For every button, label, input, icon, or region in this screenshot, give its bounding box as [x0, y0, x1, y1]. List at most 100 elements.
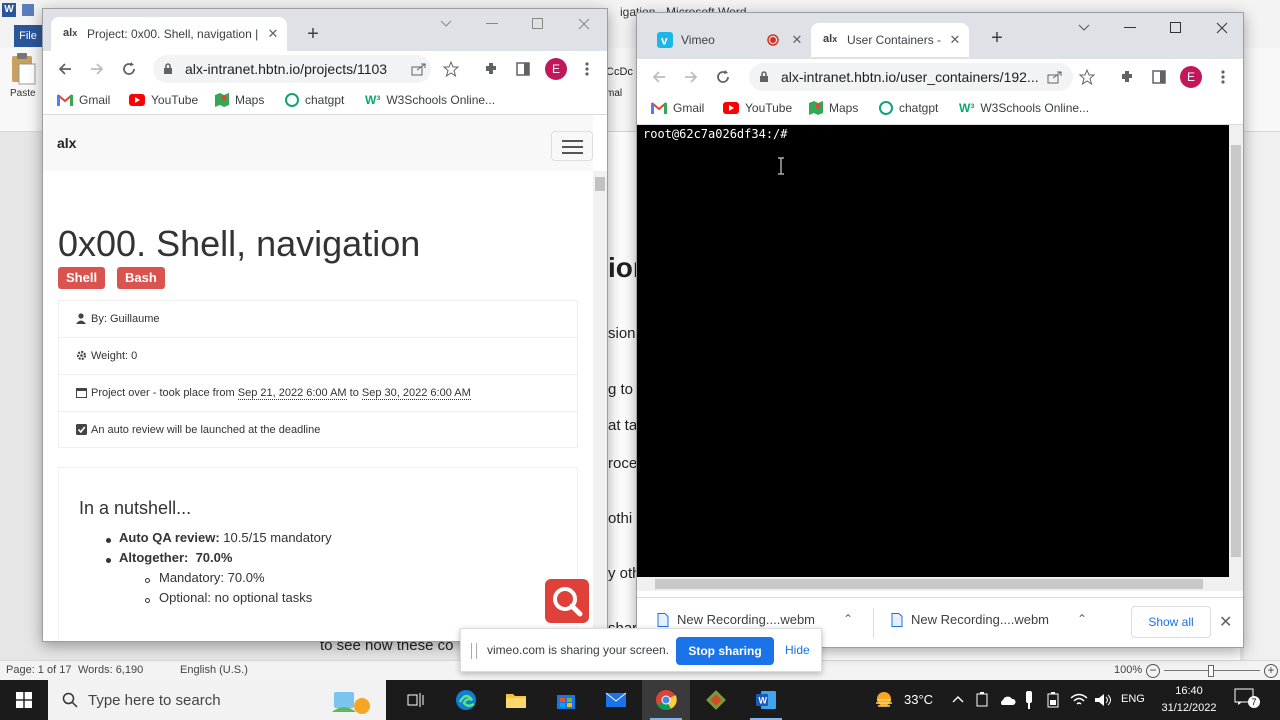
back-icon[interactable] [647, 65, 671, 89]
menu-dots-icon[interactable] [575, 57, 599, 81]
window-close-icon[interactable] [1199, 13, 1243, 43]
reload-icon[interactable] [117, 57, 141, 81]
new-tab-button[interactable]: + [985, 27, 1009, 51]
download-item[interactable]: New Recording....webm [891, 612, 1049, 627]
bookmark-maps[interactable]: Maps [215, 93, 264, 107]
language-indicator[interactable]: English (U.S.) [180, 664, 248, 676]
taskbar-search-box[interactable]: Type here to search [48, 680, 386, 720]
terminal-console[interactable]: root@62c7a026df34:/# [637, 125, 1229, 577]
alx-logo[interactable]: alx [57, 135, 76, 151]
language-indicator[interactable]: ENG [1121, 693, 1145, 705]
close-icon[interactable]: ✕ [1219, 612, 1232, 632]
taskbar-file-explorer[interactable] [492, 680, 540, 720]
chevron-up-icon[interactable] [952, 694, 964, 704]
address-bar[interactable]: alx-intranet.hbtn.io/projects/1103 [153, 55, 431, 83]
task-view-button[interactable] [392, 680, 440, 720]
close-icon[interactable]: ✕ [947, 32, 963, 48]
new-tab-button[interactable]: + [301, 23, 325, 47]
close-icon[interactable]: ✕ [265, 26, 281, 42]
page-scrollbar[interactable] [593, 171, 607, 641]
forward-icon[interactable] [85, 57, 109, 81]
profile-avatar[interactable]: E [545, 58, 567, 80]
back-icon[interactable] [53, 57, 77, 81]
bookmark-youtube[interactable]: YouTube [723, 101, 792, 115]
chevron-up-icon[interactable]: ⌃ [1077, 612, 1087, 626]
window-close-icon[interactable] [561, 9, 607, 39]
clock-time[interactable]: 16:40 [1159, 685, 1219, 697]
word-file-tab[interactable]: File [14, 25, 42, 47]
bookmark-chatgpt[interactable]: chatgpt [879, 101, 938, 115]
chevron-down-icon[interactable] [1061, 13, 1107, 43]
profile-avatar[interactable]: E [1180, 66, 1202, 88]
bookmark-youtube[interactable]: YouTube [129, 93, 198, 107]
start-button[interactable] [0, 680, 48, 720]
volume-icon[interactable] [1094, 693, 1112, 707]
drag-handle[interactable] [471, 643, 477, 659]
zoom-out-icon[interactable]: − [1146, 664, 1160, 678]
onedrive-icon[interactable] [998, 694, 1016, 706]
download-item[interactable]: New Recording....webm [657, 612, 815, 627]
taskbar-word[interactable]: W [742, 680, 790, 720]
scrollbar-thumb[interactable] [1231, 145, 1241, 557]
hide-button[interactable]: Hide [785, 643, 810, 657]
extensions-icon[interactable] [479, 57, 503, 81]
bookmark-gmail[interactable]: Gmail [651, 101, 704, 115]
notification-center[interactable]: 7 [1234, 688, 1260, 712]
clock-date[interactable]: 31/12/2022 [1159, 702, 1219, 714]
temperature[interactable]: 33°C [904, 692, 933, 707]
maximize-icon[interactable] [515, 9, 561, 39]
show-all-button[interactable]: Show all [1131, 606, 1211, 638]
bookmark-star-icon[interactable] [439, 57, 463, 81]
bookmark-w3schools[interactable]: W³ W3Schools Online... [959, 101, 1089, 115]
zoom-slider-handle[interactable] [1208, 665, 1214, 677]
address-bar[interactable]: alx-intranet.hbtn.io/user_containers/192… [749, 63, 1073, 91]
zoom-level[interactable]: 100% [1114, 664, 1142, 676]
menu-dots-icon[interactable] [1211, 65, 1235, 89]
forward-icon[interactable] [679, 65, 703, 89]
minimize-icon[interactable] [1107, 13, 1153, 43]
extensions-icon[interactable] [1115, 65, 1139, 89]
share-icon[interactable] [1043, 65, 1067, 89]
taskbar-mail[interactable] [592, 680, 640, 720]
taskbar-chrome[interactable] [642, 680, 690, 720]
bookmark-chatgpt[interactable]: chatgpt [285, 93, 344, 107]
minimize-icon[interactable] [469, 9, 515, 39]
share-icon[interactable] [407, 57, 431, 81]
bookmark-maps[interactable]: Maps [809, 101, 858, 115]
scrollbar-thumb[interactable] [655, 579, 1203, 589]
zoom-in-icon[interactable]: + [1264, 664, 1278, 678]
chevron-down-icon[interactable] [423, 9, 469, 39]
doc-text-fragment: othi [608, 510, 633, 527]
tab-user-containers[interactable]: alx User Containers - V ✕ [811, 23, 969, 57]
search-button[interactable] [545, 579, 589, 623]
stop-sharing-button[interactable]: Stop sharing [676, 637, 774, 665]
paste-icon[interactable] [8, 52, 38, 86]
tab-project[interactable]: alx Project: 0x00. Shell, navigation | I… [51, 17, 287, 51]
reload-icon[interactable] [711, 65, 735, 89]
bookmark-star-icon[interactable] [1075, 65, 1099, 89]
page-count[interactable]: Page: 1 of 17 [6, 664, 71, 676]
hamburger-menu-icon[interactable] [551, 131, 593, 161]
site-navbar: alx [43, 115, 593, 171]
weather-icon[interactable] [874, 690, 898, 710]
terminal-vertical-scrollbar[interactable] [1229, 125, 1243, 577]
taskbar-edge[interactable] [442, 680, 490, 720]
close-icon[interactable]: ✕ [789, 32, 805, 48]
taskbar-store[interactable] [542, 680, 590, 720]
battery-icon[interactable] [1046, 692, 1060, 708]
side-panel-icon[interactable] [1147, 65, 1171, 89]
word-count[interactable]: Words: 6,190 [78, 664, 143, 676]
save-icon[interactable] [22, 4, 34, 16]
bookmark-gmail[interactable]: Gmail [57, 93, 110, 107]
terminal-horizontal-scrollbar[interactable] [637, 577, 1243, 591]
scrollbar-thumb[interactable] [595, 177, 605, 191]
battery-saver-icon[interactable] [975, 692, 989, 708]
tab-vimeo[interactable]: v Vimeo ✕ [645, 23, 807, 57]
maximize-icon[interactable] [1153, 13, 1199, 43]
bookmark-w3schools[interactable]: W³ W3Schools Online... [365, 93, 495, 107]
usb-icon[interactable] [1024, 691, 1034, 709]
wifi-icon[interactable] [1070, 693, 1088, 707]
taskbar-git[interactable] [692, 680, 740, 720]
chevron-up-icon[interactable]: ⌃ [843, 612, 853, 626]
side-panel-icon[interactable] [511, 57, 535, 81]
